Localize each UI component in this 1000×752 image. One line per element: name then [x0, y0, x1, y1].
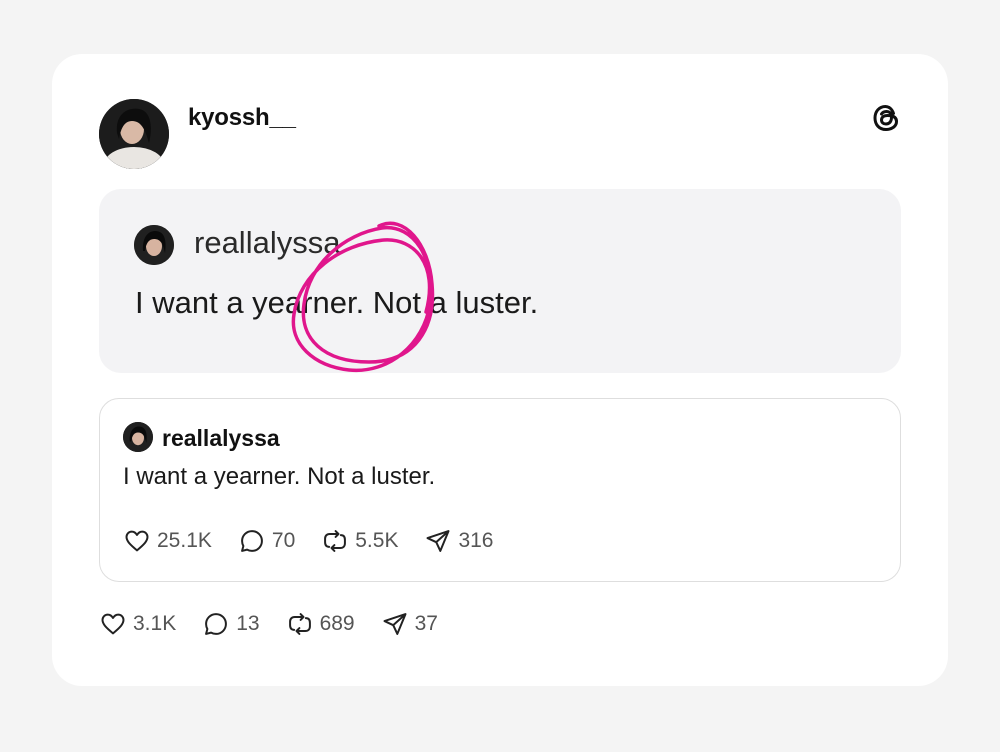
share-count: 37 [414, 612, 438, 635]
quoted-reply-count: 70 [271, 529, 296, 552]
profile-photo-icon [123, 422, 153, 452]
screenshot-avatar [134, 225, 174, 265]
quoted-post[interactable]: reallalyssa I want a yearner. Not a lust… [99, 398, 901, 582]
post-stats: 3.1K 13 689 37 [99, 610, 464, 638]
comment-icon [240, 530, 263, 552]
reply-button[interactable]: 13 [202, 610, 260, 638]
repost-count: 689 [319, 612, 355, 635]
repost-icon [288, 613, 311, 635]
repost-icon [324, 530, 347, 552]
send-icon [426, 530, 450, 552]
threads-logo-icon [870, 102, 902, 134]
profile-photo-icon [99, 99, 169, 169]
like-count: 3.1K [133, 612, 177, 635]
embedded-screenshot: reallalyssa I want a yearner. Not a lust… [99, 189, 901, 373]
quoted-avatar[interactable] [123, 422, 153, 452]
quoted-reply-button[interactable]: 70 [238, 527, 295, 555]
profile-photo-icon [134, 225, 174, 265]
comment-icon [205, 613, 228, 635]
author-username[interactable]: kyossh__ [188, 104, 296, 132]
reply-count: 13 [236, 612, 260, 635]
quoted-stats: 25.1K 70 5.5K 316 [123, 527, 520, 555]
quoted-share-count: 316 [458, 529, 494, 552]
quoted-repost-count: 5.5K [355, 529, 399, 552]
share-button[interactable]: 37 [381, 610, 438, 638]
quoted-username[interactable]: reallalyssa [162, 425, 280, 452]
quoted-text: I want a yearner. Not a luster. [123, 463, 436, 490]
quoted-share-button[interactable]: 316 [424, 527, 494, 555]
author-avatar[interactable] [99, 99, 169, 169]
heart-icon [125, 530, 149, 552]
heart-icon [101, 613, 125, 635]
send-icon [383, 613, 407, 635]
post-card: kyossh__ reallalyssa I want a yearner. N… [52, 54, 948, 686]
repost-button[interactable]: 689 [286, 610, 355, 638]
screenshot-text: I want a yearner. Not a luster. [135, 285, 539, 320]
like-button[interactable]: 3.1K [99, 610, 176, 638]
quoted-like-button[interactable]: 25.1K [123, 527, 212, 555]
quoted-like-count: 25.1K [157, 529, 212, 552]
screenshot-username: reallalyssa [194, 225, 341, 260]
quoted-repost-button[interactable]: 5.5K [321, 527, 398, 555]
